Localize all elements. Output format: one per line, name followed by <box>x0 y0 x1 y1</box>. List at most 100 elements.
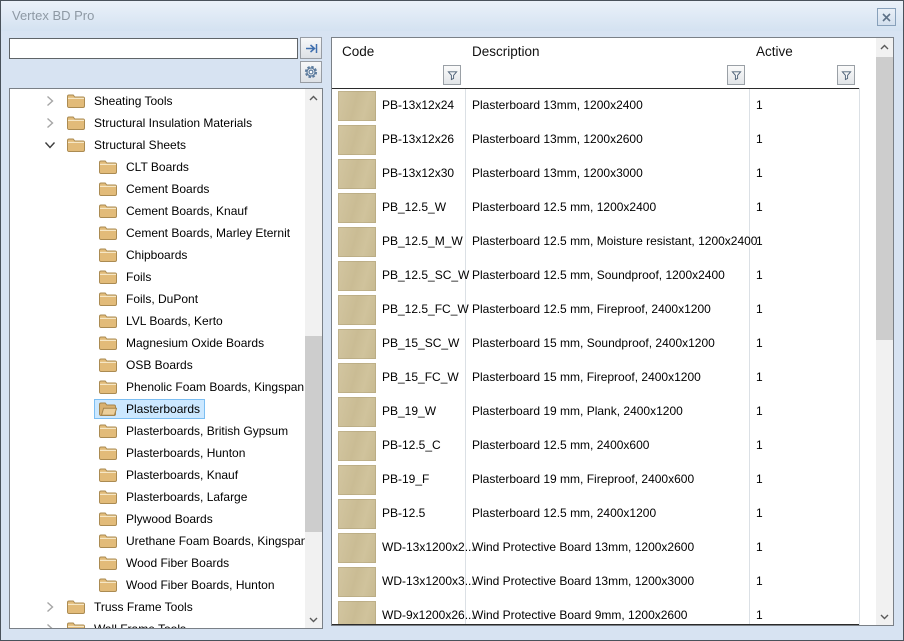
column-header-description[interactable]: Description <box>472 44 540 59</box>
table-row[interactable]: PB_19_W Plasterboard 19 mm, Plank, 2400x… <box>332 395 876 429</box>
tree-item[interactable]: Plasterboards, Hunton <box>10 442 305 464</box>
tree-scroll-up-button[interactable] <box>305 89 322 106</box>
tree-chevron-icon[interactable] <box>74 181 90 197</box>
cell-code: PB-13x12x24 <box>382 98 454 112</box>
tree-scroll-down-button[interactable] <box>305 611 322 628</box>
tree-item[interactable]: Wood Fiber Boards, Hunton <box>10 574 305 596</box>
table-scrollbar-thumb[interactable] <box>876 57 893 340</box>
table-row[interactable]: PB-19_F Plasterboard 19 mm, Fireproof, 2… <box>332 463 876 497</box>
tree-item[interactable]: Urethane Foam Boards, Kingspan <box>10 530 305 552</box>
tree-chevron-icon[interactable] <box>74 313 90 329</box>
tree-chevron-icon[interactable] <box>74 335 90 351</box>
tree-item[interactable]: Wall Frame Tools <box>10 618 305 628</box>
cell-active: 1 <box>756 98 763 112</box>
tree-chevron-icon[interactable] <box>74 445 90 461</box>
tree-chevron-icon[interactable] <box>42 137 58 153</box>
folder-icon <box>99 446 117 460</box>
tree-chevron-icon[interactable] <box>74 467 90 483</box>
tree-chevron-icon[interactable] <box>74 423 90 439</box>
tree-item[interactable]: LVL Boards, Kerto <box>10 310 305 332</box>
table-row[interactable]: PB_15_FC_W Plasterboard 15 mm, Fireproof… <box>332 361 876 395</box>
column-header-code[interactable]: Code <box>342 44 374 59</box>
tree-item[interactable]: Foils, DuPont <box>10 288 305 310</box>
tree-chevron-icon[interactable] <box>74 489 90 505</box>
tree-item[interactable]: Structural Insulation Materials <box>10 112 305 134</box>
table-row[interactable]: PB-13x12x26 Plasterboard 13mm, 1200x2600… <box>332 123 876 157</box>
table-scroll-up-button[interactable] <box>876 38 893 55</box>
table-row[interactable]: PB_12.5_FC_W Plasterboard 12.5 mm, Firep… <box>332 293 876 327</box>
column-header-active[interactable]: Active <box>756 44 793 59</box>
table-row[interactable]: WD-13x1200x2... Wind Protective Board 13… <box>332 531 876 565</box>
tree-item[interactable]: Cement Boards <box>10 178 305 200</box>
tree-chevron-icon[interactable] <box>74 247 90 263</box>
search-go-button[interactable] <box>300 37 322 59</box>
tree-chevron-icon[interactable] <box>74 357 90 373</box>
table-row[interactable]: PB-12.5 Plasterboard 12.5 mm, 2400x1200 … <box>332 497 876 531</box>
tree-item[interactable]: CLT Boards <box>10 156 305 178</box>
tree-item[interactable]: Chipboards <box>10 244 305 266</box>
tree-item[interactable]: Sheating Tools <box>10 90 305 112</box>
tree-item[interactable]: Plasterboards, British Gypsum <box>10 420 305 442</box>
tree-chevron-icon[interactable] <box>74 379 90 395</box>
table-row[interactable]: PB-13x12x24 Plasterboard 13mm, 1200x2400… <box>332 89 876 123</box>
tree-chevron-icon[interactable] <box>74 577 90 593</box>
folder-icon <box>99 270 117 284</box>
chevron-down-icon <box>309 617 318 623</box>
tree-item[interactable]: Foils <box>10 266 305 288</box>
search-input[interactable] <box>9 38 298 59</box>
tree-scrollbar[interactable] <box>305 89 322 628</box>
table-scrollbar[interactable] <box>876 38 893 625</box>
tree-item[interactable]: Structural Sheets <box>10 134 305 156</box>
tree-chevron-icon[interactable] <box>74 291 90 307</box>
material-swatch <box>338 363 376 393</box>
tree-item-label: Cement Boards <box>126 182 209 196</box>
table-row[interactable]: PB_12.5_M_W Plasterboard 12.5 mm, Moistu… <box>332 225 876 259</box>
tree-chevron-icon[interactable] <box>74 401 90 417</box>
tree-item[interactable]: Plasterboards, Lafarge <box>10 486 305 508</box>
tree-chevron-icon[interactable] <box>74 555 90 571</box>
tree-item[interactable]: Plasterboards, Knauf <box>10 464 305 486</box>
folder-icon <box>99 578 117 592</box>
table-row[interactable]: PB_15_SC_W Plasterboard 15 mm, Soundproo… <box>332 327 876 361</box>
table-row[interactable]: WD-13x1200x3... Wind Protective Board 13… <box>332 565 876 599</box>
tree-item[interactable]: Truss Frame Tools <box>10 596 305 618</box>
tree-chevron-icon[interactable] <box>74 269 90 285</box>
tree-item[interactable]: Plywood Boards <box>10 508 305 530</box>
tree-chevron-icon[interactable] <box>74 203 90 219</box>
tree-chevron-icon[interactable] <box>42 621 58 628</box>
filter-button-description[interactable] <box>727 65 745 85</box>
table-scroll-down-button[interactable] <box>876 608 893 625</box>
tree-chevron-icon[interactable] <box>42 93 58 109</box>
tree-item[interactable]: Cement Boards, Marley Eternit <box>10 222 305 244</box>
cell-active: 1 <box>756 608 763 622</box>
table-row[interactable]: PB_12.5_SC_W Plasterboard 12.5 mm, Sound… <box>332 259 876 293</box>
tree-chevron-icon[interactable] <box>42 599 58 615</box>
tree-chevron-icon[interactable] <box>74 511 90 527</box>
table-row[interactable]: PB_12.5_W Plasterboard 12.5 mm, 1200x240… <box>332 191 876 225</box>
tree-chevron-icon[interactable] <box>74 225 90 241</box>
filter-button-active[interactable] <box>837 65 855 85</box>
tree-item[interactable]: OSB Boards <box>10 354 305 376</box>
tree-item-label: Cement Boards, Marley Eternit <box>126 226 290 240</box>
tree-chevron-icon[interactable] <box>74 159 90 175</box>
table-row[interactable]: WD-9x1200x26... Wind Protective Board 9m… <box>332 599 876 625</box>
tree-chevron-icon[interactable] <box>42 115 58 131</box>
tree-item[interactable]: Magnesium Oxide Boards <box>10 332 305 354</box>
tree-item-label: Plasterboards, Knauf <box>126 468 238 482</box>
filter-button-code[interactable] <box>443 65 461 85</box>
cell-description: Plasterboard 13mm, 1200x2400 <box>472 98 643 112</box>
tree-chevron-icon[interactable] <box>74 533 90 549</box>
tree-item[interactable]: Phenolic Foam Boards, Kingspan <box>10 376 305 398</box>
close-button[interactable] <box>877 8 896 26</box>
tree-scrollbar-thumb[interactable] <box>305 336 322 532</box>
settings-button[interactable] <box>300 61 322 83</box>
folder-icon <box>99 160 117 174</box>
app-window: Vertex BD Pro <box>0 0 904 641</box>
table-row[interactable]: PB-13x12x30 Plasterboard 13mm, 1200x3000… <box>332 157 876 191</box>
tree-item[interactable]: Plasterboards <box>10 398 305 420</box>
folder-icon <box>67 600 85 614</box>
tree-item[interactable]: Cement Boards, Knauf <box>10 200 305 222</box>
tree-item-label: Wood Fiber Boards <box>126 556 229 570</box>
tree-item[interactable]: Wood Fiber Boards <box>10 552 305 574</box>
table-row[interactable]: PB-12.5_C Plasterboard 12.5 mm, 2400x600… <box>332 429 876 463</box>
